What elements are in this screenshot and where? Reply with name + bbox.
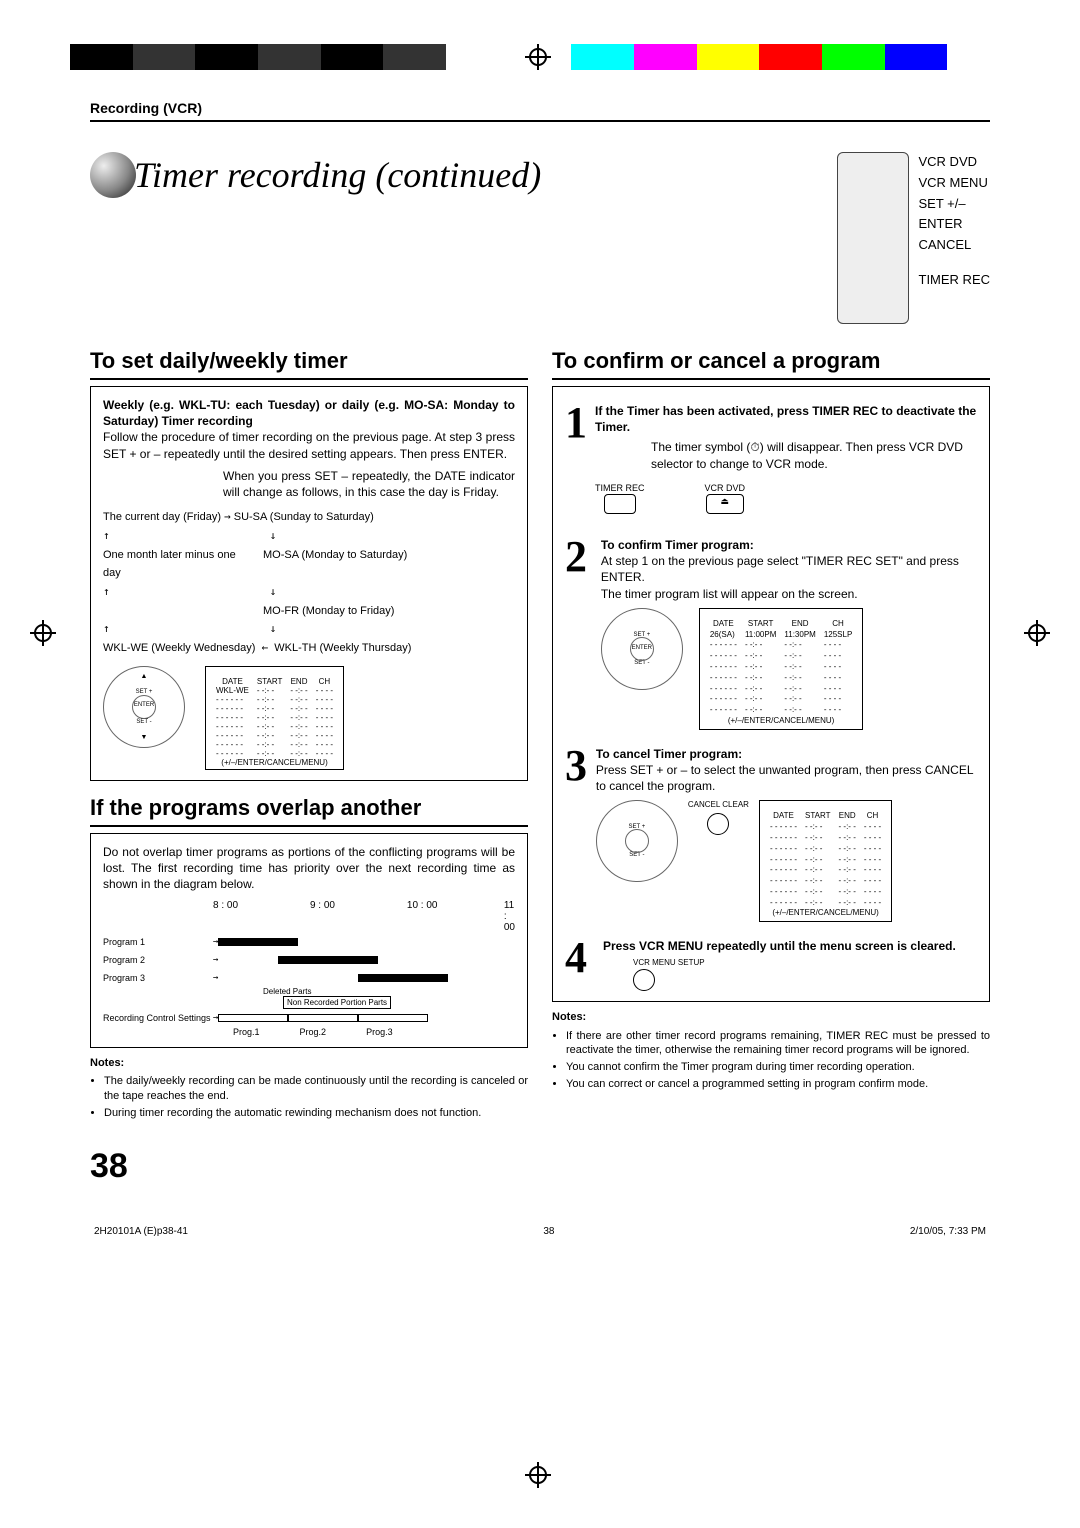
confirm-box: 1 If the Timer has been activated, press…	[552, 386, 990, 1002]
note-item: If there are other timer record programs…	[566, 1029, 990, 1058]
note-item: You can correct or cancel a programmed s…	[566, 1077, 990, 1091]
flow-su-sa: SU-SA (Sunday to Saturday)	[234, 511, 374, 523]
program-table: DATESTARTENDCH - - - - - -- -:- -- -:- -…	[759, 800, 892, 922]
dpad-icon: SET + ENTER SET -	[601, 608, 683, 690]
section-rule	[552, 378, 990, 380]
dpad-icon: ▲ SET + ENTER SET - ▼	[103, 666, 185, 748]
note-item: You cannot confirm the Timer program dur…	[566, 1060, 990, 1074]
section-heading: To confirm or cancel a program	[552, 348, 990, 374]
page-number: 38	[90, 1147, 990, 1186]
deleted-label: Deleted Parts	[263, 987, 311, 996]
remote-label: CANCEL	[919, 235, 991, 256]
vcr-menu-label: VCR MENU SETUP	[633, 958, 956, 969]
section-heading: If the programs overlap another	[90, 795, 528, 821]
overlap-box: Do not overlap timer programs as portion…	[90, 833, 528, 1049]
button-icon	[707, 813, 729, 835]
footer-right: 2/10/05, 7:33 PM	[910, 1226, 986, 1237]
notes-list: The daily/weekly recording can be made c…	[90, 1074, 528, 1120]
page-title: Timer recording (continued)	[134, 154, 541, 196]
program-table: DATESTARTENDCH 26(SA)11:00PM11:30PM125SL…	[699, 608, 863, 730]
step2-body2: The timer program list will appear on th…	[601, 587, 858, 601]
registration-mark-bottom	[525, 1462, 551, 1488]
overlap-diagram: 8 : 00 9 : 00 10 : 00 11 : 00 Program 1→…	[103, 900, 515, 1037]
dpad-icon: SET + SET -	[596, 800, 678, 882]
note-item: The daily/weekly recording can be made c…	[104, 1074, 528, 1103]
print-footer: 2H20101A (E)p38-41 38 2/10/05, 7:33 PM	[90, 1226, 990, 1237]
flow-wkl-we: WKL-WE (Weekly Wednesday)	[103, 642, 255, 654]
intro-body2: When you press SET – repeatedly, the DAT…	[223, 468, 515, 500]
step2-heading: To confirm Timer program:	[601, 538, 754, 552]
set-timer-box: Weekly (e.g. WKL-TU: each Tuesday) or da…	[90, 386, 528, 781]
intro-body: Follow the procedure of timer recording …	[103, 429, 515, 461]
table-footer: (+/–/ENTER/CANCEL/MENU)	[766, 908, 885, 919]
nonrec-label: Non Recorded Portion Parts	[283, 996, 391, 1009]
footer-mid: 38	[543, 1226, 554, 1237]
step3-heading: To cancel Timer program:	[596, 747, 742, 761]
date-flow-diagram: The current day (Friday) → SU-SA (Sunday…	[103, 508, 515, 658]
button-icon: ⏏	[706, 494, 744, 514]
button-icon	[633, 969, 655, 991]
step2-body: At step 1 on the previous page select "T…	[601, 554, 959, 584]
section-header: Recording (VCR)	[90, 100, 990, 116]
step-number: 3	[565, 746, 588, 923]
section-rule	[90, 825, 528, 827]
notes-label: Notes:	[90, 1056, 528, 1070]
overlap-body: Do not overlap timer programs as portion…	[103, 844, 515, 893]
step-number: 4	[565, 938, 595, 991]
vcr-dvd-label: VCR DVD	[705, 482, 746, 494]
notes-label: Notes:	[552, 1010, 990, 1024]
remote-label: VCR MENU	[919, 173, 991, 194]
note-item: During timer recording the automatic rew…	[104, 1106, 528, 1120]
notes-list: If there are other timer record programs…	[552, 1029, 990, 1092]
timer-icon: ⏱	[750, 440, 759, 454]
step-number: 1	[565, 403, 587, 517]
table-footer: (+/–/ENTER/CANCEL/MENU)	[212, 758, 337, 767]
remote-label: ENTER	[919, 214, 991, 235]
flow-current: The current day (Friday)	[103, 511, 221, 523]
footer-left: 2H20101A (E)p38-41	[94, 1226, 188, 1237]
step-number: 2	[565, 537, 593, 730]
remote-label: SET +/–	[919, 194, 991, 215]
step1-heading: If the Timer has been activated, press T…	[595, 404, 976, 434]
registration-mark-right	[1024, 620, 1050, 646]
remote-label: VCR DVD	[919, 152, 991, 173]
button-icon	[604, 494, 636, 514]
remote-labels: VCR DVD VCR MENU SET +/– ENTER CANCEL TI…	[919, 152, 991, 291]
flow-one-month: One month later minus one day	[103, 546, 243, 583]
sphere-icon	[90, 152, 136, 198]
section-heading: To set daily/weekly timer	[90, 348, 528, 374]
step3-body: Press SET + or – to select the unwanted …	[596, 763, 973, 793]
section-rule	[90, 378, 528, 380]
timer-rec-label: TIMER REC	[595, 482, 645, 494]
flow-mo-fr: MO-FR (Monday to Friday)	[263, 602, 515, 621]
table-footer: (+/–/ENTER/CANCEL/MENU)	[706, 716, 856, 727]
intro-bold: Weekly (e.g. WKL-TU: each Tuesday) or da…	[103, 397, 515, 429]
page-title-block: Timer recording (continued)	[90, 152, 541, 198]
flow-wkl-th: WKL-TH (Weekly Thursday)	[274, 642, 411, 654]
registration-mark-left	[30, 620, 56, 646]
step4-heading: Press VCR MENU repeatedly until the menu…	[603, 939, 956, 953]
remote-label: TIMER REC	[919, 270, 991, 291]
header-rule	[90, 120, 990, 122]
flow-mo-sa: MO-SA (Monday to Saturday)	[263, 546, 407, 583]
remote-diagram	[837, 152, 909, 324]
cancel-clear-label: CANCEL CLEAR	[688, 800, 749, 811]
program-table: DATESTARTENDCH WKL-WE- -:- -- -:- -- - -…	[205, 666, 344, 770]
